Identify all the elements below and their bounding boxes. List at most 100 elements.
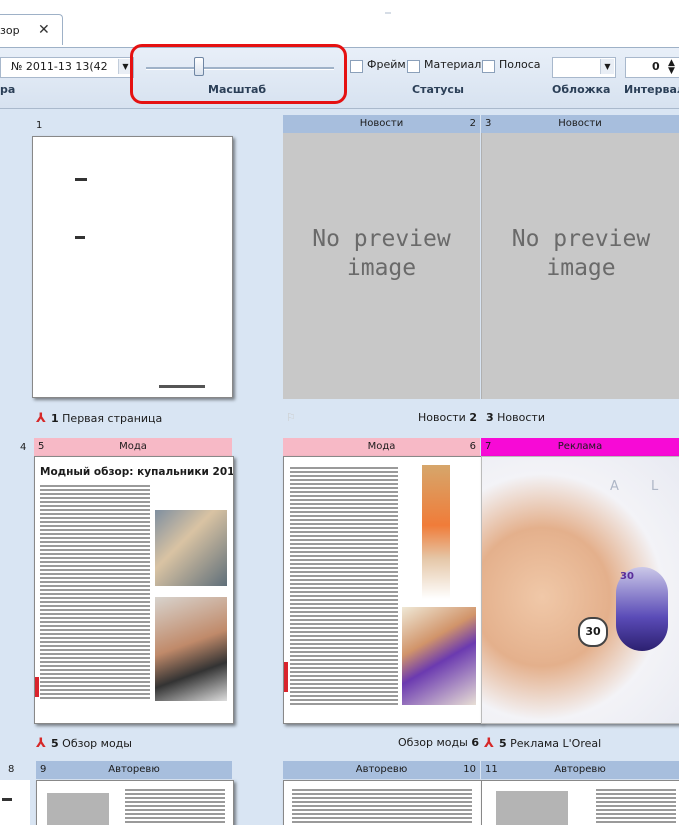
section-label: Авторевю — [554, 764, 606, 775]
section-label: Новости — [558, 118, 602, 129]
section-header-auto: Авторевю 10 — [283, 761, 480, 779]
caption-number: 5 — [51, 737, 59, 750]
photo — [47, 793, 109, 825]
caption-number: 3 — [486, 411, 494, 424]
page-thumbnail-7[interactable]: A L 30 30 — [481, 456, 679, 724]
article-title: Модный обзор: купальники 2011 — [40, 466, 234, 478]
page-marker — [35, 677, 39, 697]
section-header-auto: 9 Авторевю — [36, 761, 232, 779]
stepper-arrows-icon[interactable]: ▲ ▼ — [668, 59, 675, 76]
page-caption[interactable]: ⅄ 5 Обзор моды — [36, 736, 132, 751]
material-checkbox[interactable] — [407, 60, 420, 73]
section-label: Мода — [119, 441, 147, 452]
caption-text: Первая страница — [62, 412, 163, 425]
caption-text: Обзор моды — [398, 736, 468, 749]
page-number: 1 — [36, 120, 43, 131]
page-marker — [284, 662, 288, 692]
section-label: Мода — [367, 441, 396, 452]
page-mark — [2, 798, 12, 801]
no-preview-placeholder[interactable]: No preview image — [481, 133, 679, 399]
ad-label: 30 — [620, 571, 634, 582]
section-header-news: Новости 2 — [283, 115, 480, 133]
ad-brand: A L — [610, 479, 673, 494]
close-icon[interactable]: ✕ — [38, 22, 50, 38]
section-header-fashion: 5 Мода — [34, 438, 232, 456]
section-label: Реклама — [557, 441, 603, 452]
strip-checkbox[interactable] — [482, 60, 495, 73]
page-thumbnail-6[interactable] — [283, 456, 482, 724]
ad-badge: 30 — [578, 617, 608, 647]
no-preview-text: No preview image — [312, 226, 451, 281]
page-number: 8 — [8, 764, 15, 775]
page-thumbnail-9[interactable] — [36, 780, 234, 825]
pdf-icon: ⅄ — [36, 411, 46, 426]
article-text — [290, 467, 398, 707]
caption-number: 1 — [51, 412, 59, 425]
page-footer — [159, 385, 205, 388]
page-caption[interactable]: ⅄ 1 Первая страница — [36, 411, 162, 426]
photo — [155, 597, 227, 701]
section-label: Авторевю — [108, 764, 160, 775]
window: зор ✕ № 2011-13 13(42 ▼ Фрейм Материал П… — [0, 0, 679, 825]
interval-value: 0 — [652, 60, 660, 73]
page-caption[interactable]: Обзор моды 6 — [398, 736, 479, 749]
no-preview-text: No preview image — [511, 226, 651, 281]
page-icon: ⚐ — [286, 411, 296, 424]
tab-strip: зор ✕ — [0, 0, 679, 48]
frame-checkbox[interactable] — [350, 60, 363, 73]
zoom-highlight — [130, 44, 347, 104]
page-number: 4 — [20, 442, 27, 453]
caption-number: 5 — [499, 737, 507, 750]
strip-label: Полоса — [499, 58, 541, 71]
article-text — [125, 789, 225, 825]
article-text — [40, 485, 150, 701]
no-preview-placeholder[interactable]: No preview image — [283, 133, 480, 399]
tab-overview[interactable]: зор ✕ — [0, 14, 63, 45]
page-thumbnail-1[interactable] — [32, 136, 233, 398]
page-thumbnail-8[interactable] — [0, 780, 30, 825]
divider — [385, 12, 391, 14]
page-caption[interactable]: 3 Новости — [486, 411, 545, 424]
caption-number: 2 — [469, 411, 477, 424]
page-mark — [75, 236, 85, 239]
section-header-fashion: Мода 6 — [283, 438, 480, 456]
page-number: 6 — [469, 441, 476, 452]
article-text — [596, 789, 676, 825]
group-label-interval: Интервал — [624, 83, 679, 96]
page-mark — [75, 178, 87, 181]
article-text — [292, 789, 472, 825]
pdf-icon: ⅄ — [36, 736, 46, 751]
section-header-news: 3 Новости — [481, 115, 679, 133]
caption-text: Обзор моды — [62, 737, 132, 750]
group-label-statuses: Статусы — [412, 83, 464, 96]
page-number: 2 — [469, 118, 476, 129]
photo — [155, 510, 227, 586]
page-thumbnail-10[interactable] — [283, 780, 482, 825]
page-thumbnail-5[interactable]: Модный обзор: купальники 2011 — [34, 456, 234, 724]
photo — [496, 791, 568, 825]
caption-text: Новости — [497, 411, 545, 424]
page-caption[interactable]: Новости 2 — [418, 411, 477, 424]
group-label-view: ра — [0, 83, 16, 96]
chevron-down-icon[interactable]: ▼ — [600, 59, 614, 74]
material-label: Материал — [424, 58, 482, 71]
interval-stepper[interactable]: 0 ▲ ▼ — [625, 57, 679, 78]
caption-number: 6 — [471, 736, 479, 749]
section-header-ad: 7 Реклама — [481, 438, 679, 456]
caption-text: Новости — [418, 411, 466, 424]
issue-value: № 2011-13 13(42 — [11, 60, 108, 73]
group-label-cover: Обложка — [552, 83, 611, 96]
issue-select[interactable]: № 2011-13 13(42 ▼ — [0, 57, 134, 78]
page-caption[interactable]: ⅄ 5 Реклама L'Oreal — [484, 736, 601, 751]
frame-label: Фрейм — [367, 58, 406, 71]
cover-select[interactable]: ▼ — [552, 57, 616, 78]
photo — [402, 607, 476, 705]
photo — [422, 465, 450, 599]
section-label: Авторевю — [355, 764, 408, 775]
tab-label: зор — [0, 24, 20, 37]
section-header-auto: 11 Авторевю — [481, 761, 679, 779]
page-thumbnail-11[interactable] — [481, 780, 679, 825]
pages-area: 1 Новости 2 3 Новости No preview image N… — [0, 109, 679, 825]
page-number: 10 — [463, 764, 476, 775]
pdf-icon: ⅄ — [484, 736, 494, 751]
